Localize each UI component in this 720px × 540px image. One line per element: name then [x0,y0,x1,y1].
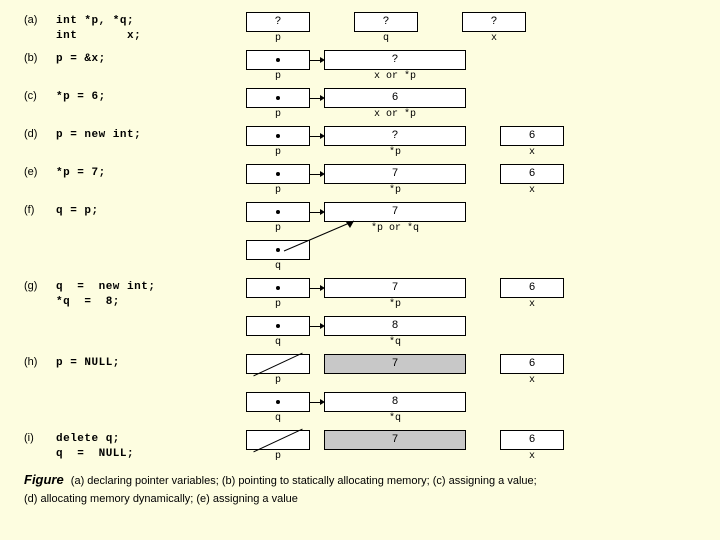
arrow-ne-icon [284,221,364,253]
box-x: ? [462,12,526,32]
diagram-d: p ?*p 6x [246,126,696,158]
box-x: 6 [500,164,564,184]
box-q-ptr [246,392,310,412]
row-label: (i) [24,430,56,444]
box-x: 6 [324,88,466,108]
box-p-ptr [246,50,310,70]
diagram-c: p 6x or *p [246,88,696,120]
box-p-null [246,354,310,374]
code-block: q = new int; *q = 8; [56,278,246,310]
diagram-a: ?p ?q ?x [246,12,696,44]
box-x: 6 [500,126,564,146]
row-f: (f) q = p; p 7*p or *q q [24,202,696,272]
box-p-ptr [246,88,310,108]
row-d: (d) p = new int; p ?*p 6x [24,126,696,158]
code-block: int *p, *q; int x; [56,12,246,44]
box-p-ptr [246,126,310,146]
box-p-ptr [246,164,310,184]
row-b: (b) p = &x; p ?x or *p [24,50,696,82]
row-label: (f) [24,202,56,216]
figure-caption: Figure (a) declaring pointer variables; … [24,470,696,508]
box-leaked: 7 [324,354,466,374]
row-i: (i) delete q; q = NULL; p 7 6x [24,430,696,462]
caption-line-1: (a) declaring pointer variables; (b) poi… [71,475,537,487]
box-q-ptr [246,316,310,336]
row-a: (a) int *p, *q; int x; ?p ?q ?x [24,12,696,44]
box-leaked: 7 [324,430,466,450]
code-block: p = new int; [56,126,246,143]
figure-label: Figure [24,472,64,487]
diagram-i: p 7 6x [246,430,696,462]
code-block: p = NULL; [56,354,246,371]
caption-line-2: (d) allocating memory dynamically; (e) a… [24,493,298,505]
code-block: p = &x; [56,50,246,67]
box-p-null [246,430,310,450]
row-label: (e) [24,164,56,178]
code-block: q = p; [56,202,246,219]
box-x: 6 [500,278,564,298]
diagram-f: p 7*p or *q q [246,202,696,272]
box-deref-p: 7 [324,164,466,184]
box-q-ptr [246,240,310,260]
box-deref-q: 8 [324,316,466,336]
row-label: (g) [24,278,56,292]
row-label: (d) [24,126,56,140]
box-p-ptr [246,202,310,222]
row-c: (c) *p = 6; p 6x or *p [24,88,696,120]
box-deref-p: ? [324,126,466,146]
row-label: (a) [24,12,56,26]
row-label: (h) [24,354,56,368]
row-g: (g) q = new int; *q = 8; p 7*p 6x q 8*q [24,278,696,348]
box-q: ? [354,12,418,32]
diagram-h: p 7 6x q 8*q [246,354,696,424]
box-p: ? [246,12,310,32]
diagram-b: p ?x or *p [246,50,696,82]
box-shared: 7 [324,202,466,222]
box-deref-p: 7 [324,278,466,298]
row-label: (b) [24,50,56,64]
diagram-g: p 7*p 6x q 8*q [246,278,696,348]
box-x: 6 [500,430,564,450]
code-block: *p = 6; [56,88,246,105]
row-e: (e) *p = 7; p 7*p 6x [24,164,696,196]
box-p-ptr [246,278,310,298]
row-h: (h) p = NULL; p 7 6x q 8*q [24,354,696,424]
diagram-e: p 7*p 6x [246,164,696,196]
code-block: *p = 7; [56,164,246,181]
box-x: ? [324,50,466,70]
row-label: (c) [24,88,56,102]
box-x: 6 [500,354,564,374]
code-block: delete q; q = NULL; [56,430,246,462]
box-deref-q: 8 [324,392,466,412]
